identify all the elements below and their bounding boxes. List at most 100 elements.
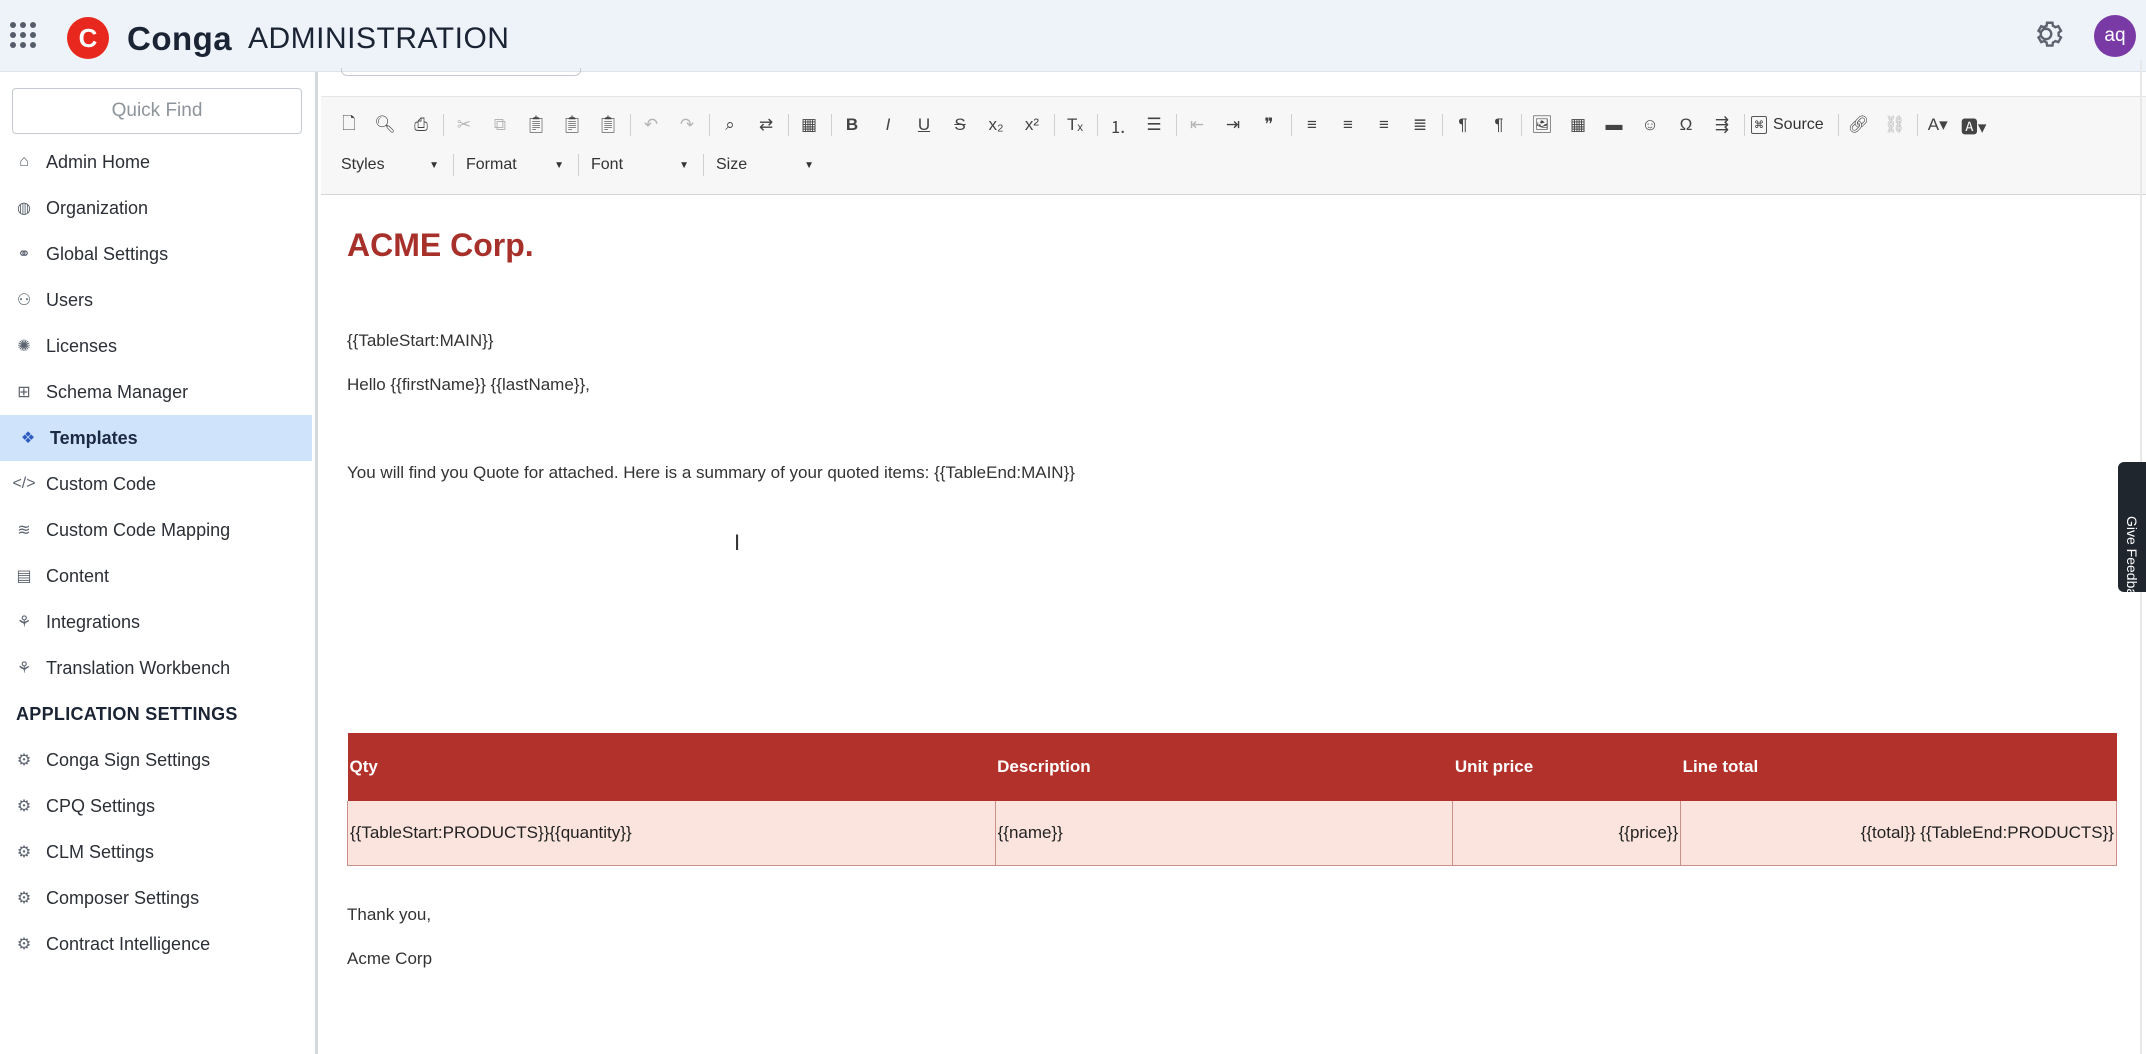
sidebar-item-cpq-settings[interactable]: ⚙ CPQ Settings [0,783,312,829]
settings-gear-icon[interactable] [2028,16,2064,52]
sidebar-item-translation-workbench[interactable]: ⚘ Translation Workbench [0,645,312,691]
sidebar-item-contract-intelligence[interactable]: ⚙ Contract Intelligence [0,921,312,967]
toolbar-separator [1291,114,1292,136]
bold-icon[interactable]: B [838,111,866,139]
sidebar-item-label: Composer Settings [46,887,200,908]
sidebar-item-composer-settings[interactable]: ⚙ Composer Settings [0,875,312,921]
sidebar-item-organization[interactable]: ◍ Organization [0,185,312,231]
paste-word-icon[interactable]: 📋︎ [594,111,622,139]
sidebar-item-admin-home[interactable]: ⌂ Admin Home [0,139,312,185]
redo-icon[interactable]: ↷ [673,111,701,139]
sidebar-item-custom-code[interactable]: </> Custom Code [0,461,312,507]
numbered-list-icon[interactable]: ⒈ [1104,111,1132,139]
signature-line: Acme Corp [347,949,433,968]
align-right-icon[interactable]: ≡ [1370,111,1398,139]
outdent-icon[interactable]: ⇤ [1183,111,1211,139]
toolbar-separator [709,114,710,136]
italic-icon[interactable]: I [874,111,902,139]
sidebar-item-label: Global Settings [46,243,169,264]
background-color-icon[interactable]: 🅰︎▾ [1960,111,1988,139]
quote-items-table[interactable]: Qty Description Unit price Line total {{… [347,733,2117,866]
paste-text-icon[interactable]: 📋︎ [558,111,586,139]
superscript-icon[interactable]: x² [1018,111,1046,139]
sidebar-item-content[interactable]: ▤ Content [0,553,312,599]
special-char-icon[interactable]: Ω [1672,111,1700,139]
templates-icon: ❖ [20,430,36,447]
text-cursor-icon: I [734,530,741,555]
toolbar-separator [1442,114,1443,136]
sidebar-item-templates[interactable]: ❖ Templates [0,415,312,461]
sidebar-item-users[interactable]: ⚇ Users [0,277,312,323]
table-cell-line-total[interactable]: {{total}} {{TableEnd:PRODUCTS}} [1680,801,2117,866]
table-cell-qty[interactable]: {{TableStart:PRODUCTS}}{{quantity}} [347,801,996,866]
align-justify-icon[interactable]: ≣ [1406,111,1434,139]
chevron-down-icon: ▼ [429,159,439,171]
indent-icon[interactable]: ⇥ [1219,111,1247,139]
align-left-icon[interactable]: ≡ [1298,111,1326,139]
table-icon[interactable]: ▦ [1564,111,1592,139]
smiley-icon[interactable]: ☺ [1636,111,1664,139]
toolbar-separator [630,114,631,136]
sidebar-item-label: Users [46,289,94,310]
preview-icon[interactable]: 🔍︎ [371,111,399,139]
undo-icon[interactable]: ↶ [637,111,665,139]
sidebar-item-label: Organization [46,197,149,218]
template-editor-area: 🗋 🔍︎ ⎙ ✂ ⧉ 📋︎ 📋︎ 📋︎ ↶ ↷ ⌕ ⇄ ▦ B I U S x₂… [321,68,2146,1054]
horizontal-rule-icon[interactable]: ▬ [1600,111,1628,139]
sidebar-item-clm-settings[interactable]: ⚙ CLM Settings [0,829,312,875]
sidebar-item-label: Integrations [46,611,141,632]
replace-icon[interactable]: ⇄ [752,111,780,139]
toolbar-separator [453,154,454,176]
toolbar-separator [831,114,832,136]
sidebar-item-label: Licenses [46,335,118,356]
editor-toolbar: 🗋 🔍︎ ⎙ ✂ ⧉ 📋︎ 📋︎ 📋︎ ↶ ↷ ⌕ ⇄ ▦ B I U S x₂… [321,97,2146,195]
paste-icon[interactable]: 📋︎ [522,111,550,139]
page-break-icon[interactable]: ⇶ [1708,111,1736,139]
sidebar-item-label: Admin Home [46,151,151,172]
new-page-icon[interactable]: 🗋 [335,111,363,139]
cut-icon[interactable]: ✂ [450,111,478,139]
unlink-icon[interactable]: ⛓ [1881,111,1909,139]
name-field-stub[interactable] [341,68,581,76]
bulleted-list-icon[interactable]: ☰ [1140,111,1168,139]
sidebar-item-conga-sign-settings[interactable]: ⚙ Conga Sign Settings [0,737,312,783]
sidebar-item-label: Custom Code [46,473,157,494]
strikethrough-icon[interactable]: S [946,111,974,139]
underline-icon[interactable]: U [910,111,938,139]
size-dropdown[interactable]: Size ▼ [710,151,820,179]
font-dropdown[interactable]: Font ▼ [585,151,695,179]
link-icon[interactable]: 🔗︎ [1845,111,1873,139]
table-cell-unit-price[interactable]: {{price}} [1452,801,1681,866]
code-icon: </> [12,475,36,492]
styles-dropdown[interactable]: Styles ▼ [335,151,445,179]
user-avatar[interactable]: aq [2094,15,2136,57]
align-center-icon[interactable]: ≡ [1334,111,1362,139]
ltr-icon[interactable]: ¶ [1449,111,1477,139]
source-button[interactable]: ⌘ Source [1751,116,1824,134]
sidebar-item-integrations[interactable]: ⚘ Integrations [0,599,312,645]
print-icon[interactable]: ⎙ [407,111,435,139]
give-feedback-tab[interactable]: Give Feedback [2118,462,2146,610]
find-icon[interactable]: ⌕ [716,111,744,139]
greeting-line: Hello {{firstName}} {{lastName}}, [347,375,590,394]
app-launcher-icon[interactable] [10,22,36,48]
sidebar-item-schema-manager[interactable]: ⊞ Schema Manager [0,369,312,415]
copy-icon[interactable]: ⧉ [486,111,514,139]
quick-find-input[interactable]: Quick Find [12,88,302,134]
blockquote-icon[interactable]: ❞ [1255,111,1283,139]
image-icon[interactable]: 🖼︎ [1528,111,1556,139]
text-color-icon[interactable]: A▾ [1924,111,1952,139]
rtl-icon[interactable]: ¶ [1485,111,1513,139]
select-all-icon[interactable]: ▦ [795,111,823,139]
sidebar-item-global-settings[interactable]: ⚭ Global Settings [0,231,312,277]
sidebar-item-label: Schema Manager [46,381,189,402]
chevron-down-icon: ▼ [679,159,689,171]
subscript-icon[interactable]: x₂ [982,111,1010,139]
sidebar-item-custom-code-mapping[interactable]: ≋ Custom Code Mapping [0,507,312,553]
table-cell-description[interactable]: {{name}} [994,801,1453,866]
sidebar-item-label: Translation Workbench [46,657,231,678]
remove-format-icon[interactable]: Tₓ [1061,111,1089,139]
format-dropdown[interactable]: Format ▼ [460,151,570,179]
sidebar-item-licenses[interactable]: ✺ Licenses [0,323,312,369]
toolbar-row-2: Styles ▼ Format ▼ Font ▼ Size ▼ [335,151,828,179]
